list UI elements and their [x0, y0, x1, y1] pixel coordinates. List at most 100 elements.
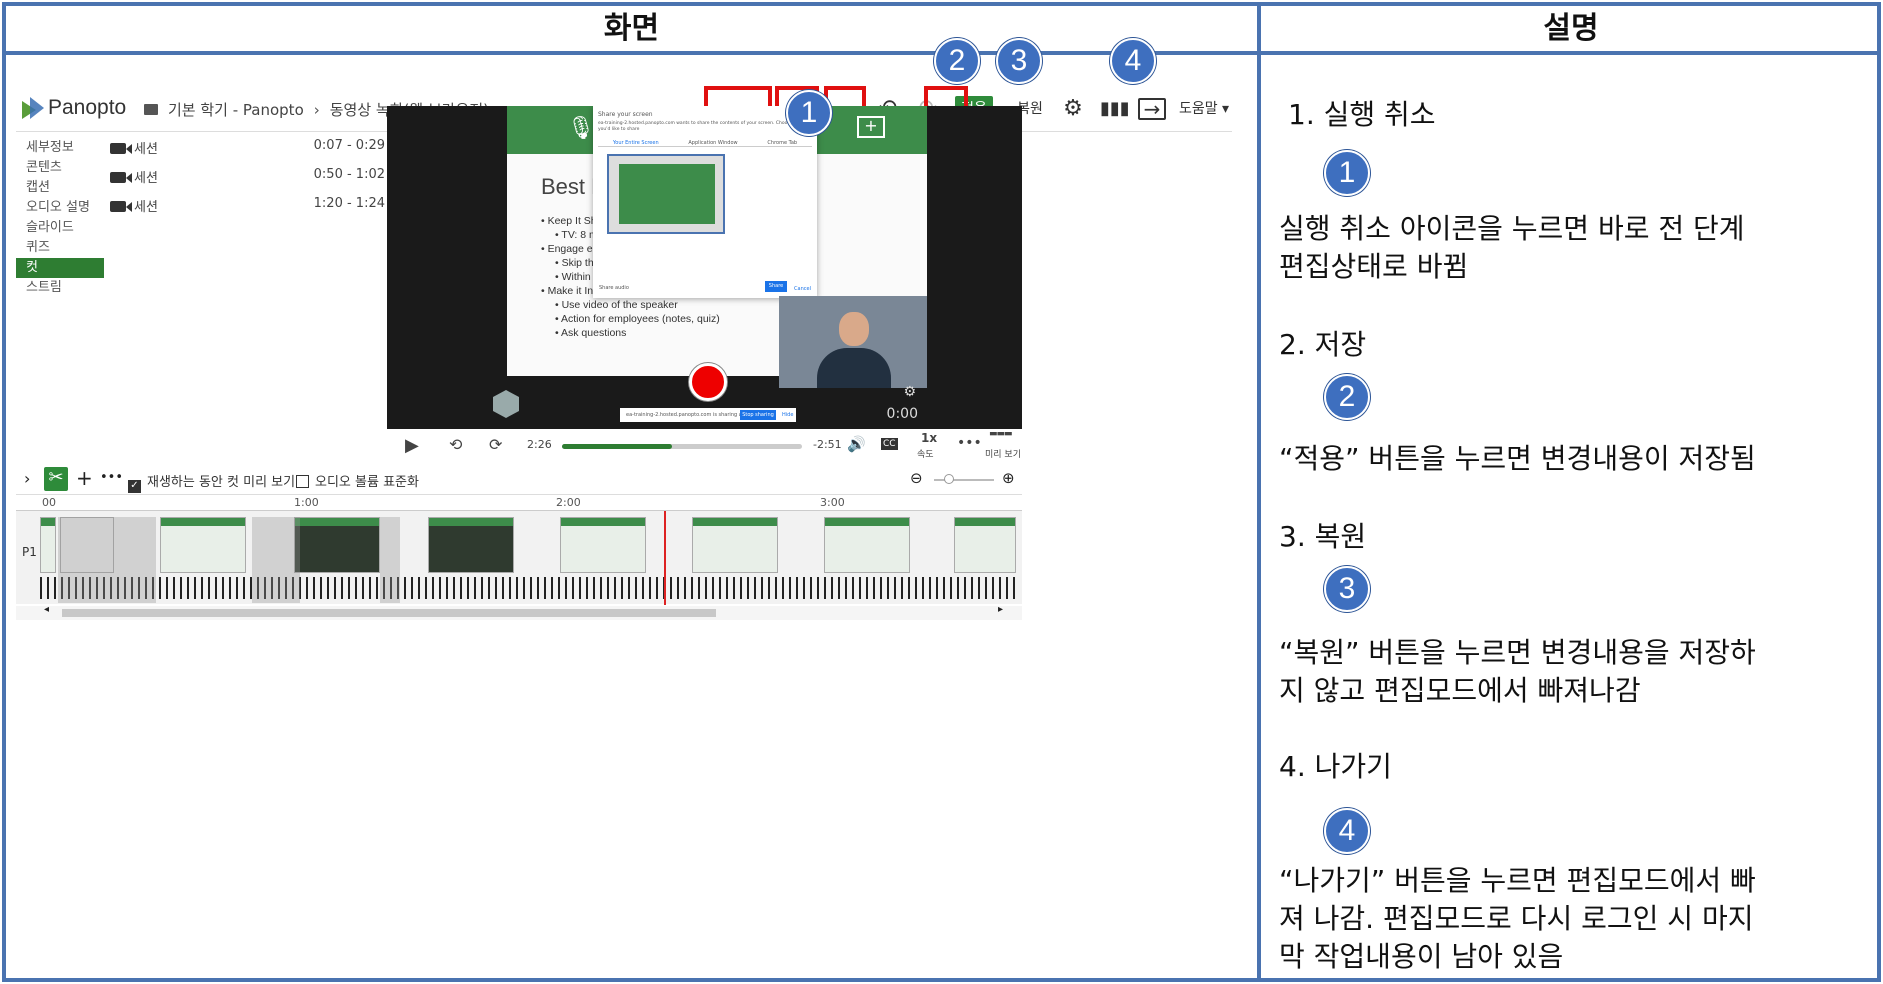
share-screen-dialog: Share your screen ea-training-2.hosted.p… — [593, 106, 817, 298]
timeline-thumbnail — [294, 517, 380, 573]
normalize-audio-option[interactable]: 오디오 볼륨 표준화 — [296, 471, 419, 490]
scroll-right-icon[interactable]: ▸ — [998, 604, 1003, 615]
preview-cuts-option[interactable]: ✓ 재생하는 동안 컷 미리 보기 — [128, 471, 295, 493]
camera-icon — [110, 201, 132, 212]
camera-icon — [110, 143, 132, 154]
zoom-out-icon[interactable]: ⊖ — [910, 469, 923, 487]
folder-icon — [144, 104, 158, 115]
list-item[interactable]: 세션 0:50 - 1:02 — [110, 167, 385, 196]
screen-add-icon: + — [857, 116, 885, 138]
scrollbar-thumb[interactable] — [62, 609, 716, 617]
checkbox-icon[interactable] — [296, 475, 309, 488]
checkbox-checked-icon[interactable]: ✓ — [128, 480, 141, 493]
nav-cuts[interactable]: 컷 — [16, 258, 104, 278]
progress-bar[interactable] — [562, 444, 802, 449]
volume-icon[interactable]: 🔊 — [847, 435, 866, 453]
sharing-notice: ea-training-2.hosted.panopto.com is shar… — [620, 408, 796, 422]
dialog-message: ea-training-2.hosted.panopto.com wants t… — [598, 121, 805, 132]
scissors-icon[interactable]: ✂ — [44, 467, 68, 491]
timeline-scrollbar[interactable]: ◂ ▸ — [16, 604, 1022, 620]
speed-label: 속도 — [917, 450, 934, 460]
rewind-10-icon[interactable]: ⟲ — [449, 435, 462, 454]
nav-details[interactable]: 세부정보 — [16, 138, 104, 158]
timeline-thumbnail — [692, 517, 778, 573]
add-icon[interactable]: + — [76, 466, 93, 490]
scroll-left-icon[interactable]: ◂ — [44, 604, 49, 615]
zoom-slider-handle[interactable] — [944, 474, 954, 484]
tab-entire-screen[interactable]: Your Entire Screen — [613, 140, 659, 146]
remaining-time: -2:51 — [813, 438, 842, 451]
timeline-thumbnail — [560, 517, 646, 573]
desc-badge-2: 2 — [1324, 374, 1370, 420]
captions-button[interactable]: CC — [881, 438, 898, 450]
panopto-logo-icon — [22, 97, 44, 119]
cut-region[interactable] — [252, 517, 300, 603]
current-time: 2:26 — [527, 438, 552, 451]
timeline-thumbnail — [954, 517, 1016, 573]
list-item[interactable]: 세션 1:20 - 1:24 — [110, 196, 385, 225]
exit-icon[interactable]: → — [1138, 98, 1166, 120]
desc-save-text-1: “적용” 버튼을 누르면 변경내용이 저장됨 — [1279, 442, 1756, 475]
preview-grid-icon[interactable]: ▬▬▬ — [989, 429, 1012, 439]
share-audio-checkbox[interactable]: Share audio — [599, 285, 629, 291]
desc-save-title: 2. 저장 — [1279, 328, 1367, 361]
video-track[interactable] — [40, 517, 1016, 603]
audio-waveform — [40, 577, 1016, 599]
nav-contents[interactable]: 콘텐츠 — [16, 158, 104, 178]
gear-icon[interactable]: ⚙ — [903, 384, 916, 400]
share-button[interactable]: Share — [765, 281, 787, 292]
desc-exit-text-2: 져 나감. 편집모드로 다시 로그인 시 마지 — [1279, 902, 1754, 935]
panopto-play-icon — [493, 390, 519, 418]
play-icon[interactable]: ▶ — [405, 435, 419, 456]
video-preview[interactable]: 🎙 + Best Pr • Keep It Sho • TV: 8 min • … — [387, 106, 1022, 429]
chevron-right-icon: › — [313, 100, 320, 119]
nav-quiz[interactable]: 퀴즈 — [16, 238, 104, 258]
forward-10-icon[interactable]: ⟳ — [489, 435, 502, 454]
gear-icon[interactable]: ⚙ — [1060, 96, 1086, 122]
desc-undo-text-1: 실행 취소 아이콘을 누르면 바로 전 단계 — [1279, 212, 1745, 245]
stats-icon[interactable]: ▮▮▮ — [1100, 96, 1130, 122]
timeline-thumbnail — [160, 517, 246, 573]
desc-exit-text-1: “나가기” 버튼을 누르면 편집모드에서 빠 — [1279, 864, 1756, 897]
list-item[interactable]: 세션 0:07 - 0:29 — [110, 138, 385, 167]
more-icon[interactable]: ••• — [957, 435, 982, 451]
nav-slides[interactable]: 슬라이드 — [16, 218, 104, 238]
record-button[interactable] — [689, 363, 727, 401]
desc-undo-title: 1. 실행 취소 — [1288, 98, 1436, 131]
badge-4: 4 — [1110, 38, 1156, 84]
tab-chrome-tab[interactable]: Chrome Tab — [767, 140, 797, 146]
screen-thumbnail[interactable] — [607, 154, 725, 234]
desc-badge-3: 3 — [1324, 566, 1370, 612]
badge-2: 2 — [934, 38, 980, 84]
nav-streams[interactable]: 스트림 — [16, 278, 104, 298]
cancel-button[interactable]: Cancel — [794, 286, 811, 292]
camera-icon — [110, 172, 132, 183]
logo-text: Panopto — [48, 96, 127, 119]
cut-segment-list: 세션 0:07 - 0:29 세션 0:50 - 1:02 세션 1:20 - … — [110, 138, 385, 225]
desc-undo-text-2: 편집상태로 바뀜 — [1279, 250, 1469, 283]
editing-timeline[interactable]: 00 1:00 2:00 3:00 P1 — [16, 494, 1022, 605]
desc-badge-1: 1 — [1324, 150, 1370, 196]
stop-sharing-button[interactable]: Stop sharing — [740, 410, 776, 420]
nav-audio-description[interactable]: 오디오 설명 — [16, 198, 104, 218]
help-button[interactable]: 도움말 ▾ — [1176, 96, 1232, 122]
zoom-in-icon[interactable]: ⊕ — [1002, 469, 1015, 487]
speed-value[interactable]: 1x — [921, 431, 937, 445]
breadcrumb-folder[interactable]: 기본 학기 - Panopto — [168, 99, 304, 120]
zoom-slider[interactable] — [934, 479, 994, 481]
chevron-right-icon[interactable]: › — [24, 469, 30, 488]
desc-exit-text-3: 막 작업내용이 남아 있음 — [1279, 940, 1564, 973]
edit-toolbar: › ✂ + ••• ✓ 재생하는 동안 컷 미리 보기 오디오 볼륨 표준화 ⊖ … — [16, 466, 1022, 494]
tab-application-window[interactable]: Application Window — [688, 140, 737, 146]
cut-region[interactable] — [380, 517, 400, 603]
description-column-header: 설명 — [1543, 11, 1599, 46]
nav-captions[interactable]: 캡션 — [16, 178, 104, 198]
more-icon[interactable]: ••• — [100, 470, 123, 485]
video-timestamp: 0:00 — [886, 406, 918, 422]
cut-region[interactable] — [58, 517, 156, 603]
panopto-logo[interactable]: Panopto — [22, 96, 126, 120]
dialog-title: Share your screen — [598, 111, 653, 118]
hide-button[interactable]: Hide — [782, 408, 793, 422]
track-label: P1 — [22, 545, 37, 559]
playhead[interactable] — [664, 511, 666, 605]
